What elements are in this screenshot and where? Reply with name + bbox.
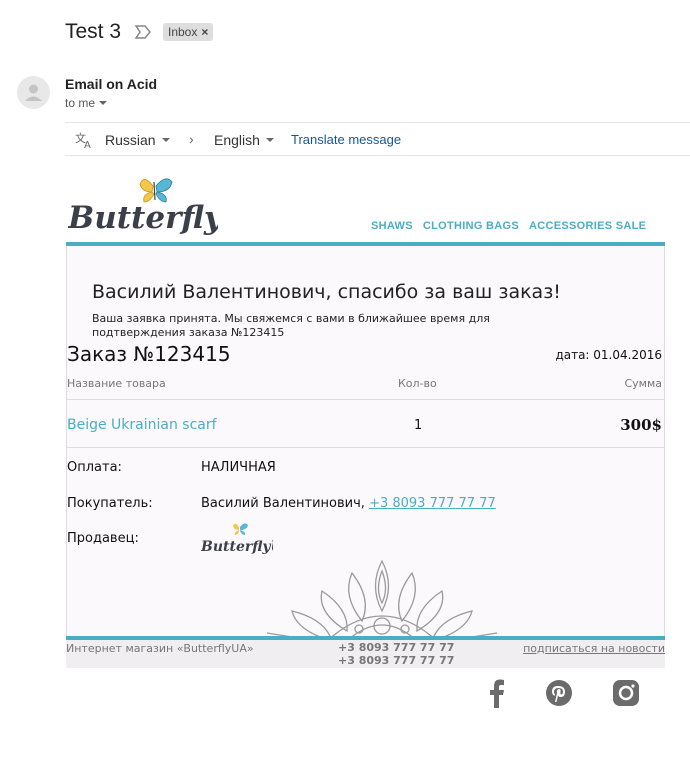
- buyer-name: Василий Валентинович,: [201, 496, 365, 511]
- recipient-text: to me: [65, 96, 96, 110]
- inbox-label-chip[interactable]: Inbox ×: [163, 23, 214, 41]
- chevron-down-icon: [265, 138, 274, 142]
- item-quantity: 1: [414, 418, 423, 433]
- sender-name[interactable]: Email on Acid: [65, 76, 157, 92]
- table-divider: [67, 399, 664, 400]
- chevron-right-icon: ›: [189, 131, 194, 147]
- buyer-phone-link[interactable]: +3 8093 777 77 77: [369, 496, 496, 511]
- order-panel: Василий Валентинович, спасибо за ваш зак…: [66, 246, 665, 636]
- important-marker-icon[interactable]: [134, 24, 152, 40]
- person-icon: [25, 84, 42, 101]
- order-title: Заказ №123415: [67, 342, 231, 366]
- translate-message-link[interactable]: Translate message: [291, 132, 401, 147]
- inbox-label-text: Inbox: [168, 25, 198, 39]
- subscribe-link[interactable]: подписаться на новости: [523, 642, 665, 655]
- remove-label-icon[interactable]: ×: [201, 23, 208, 41]
- item-sum: 300$: [620, 416, 662, 434]
- logo-wordmark: ButterflyUA: [68, 200, 218, 236]
- nav-accessories-sale[interactable]: ACCESSORIES SALE: [529, 220, 646, 232]
- email-subject: Test 3: [65, 20, 122, 43]
- translate-icon: 文 A: [75, 131, 91, 149]
- facebook-icon[interactable]: [482, 678, 512, 708]
- column-header-sum: Сумма: [624, 377, 662, 390]
- seller-label: Продавец:: [67, 531, 139, 546]
- buyer-label: Покупатель:: [67, 496, 153, 511]
- butterflyua-logo[interactable]: ButterflyUA: [68, 170, 218, 242]
- instagram-icon[interactable]: [611, 678, 641, 708]
- payment-label: Оплата:: [67, 460, 122, 475]
- email-footer: Интернет магазин «ButterflyUA» +3 8093 7…: [66, 640, 665, 668]
- nav-clothing-bags[interactable]: CLOTHING BAGS: [423, 220, 519, 232]
- mandala-ornament: [266, 559, 498, 636]
- chevron-down-icon[interactable]: [99, 101, 108, 105]
- nav-shaws[interactable]: SHAWS: [371, 220, 413, 232]
- svg-text:A: A: [84, 140, 91, 149]
- buyer-value: Василий Валентинович, +3 8093 777 77 77: [201, 496, 496, 511]
- source-language-select[interactable]: Russian: [105, 132, 170, 148]
- translate-bar: 文 A Russian › English Translate message: [65, 122, 690, 156]
- target-language-select[interactable]: English: [214, 132, 274, 148]
- order-date: дата: 01.04.2016: [555, 348, 662, 362]
- footer-phones: +3 8093 777 77 77 +3 8093 777 77 77: [338, 641, 454, 667]
- butterfly-icon: [139, 178, 173, 203]
- footer-phone-2[interactable]: +3 8093 777 77 77: [338, 654, 454, 667]
- footer-shop-name: Интернет магазин «ButterflyUA»: [66, 642, 254, 655]
- footer-phone-1[interactable]: +3 8093 777 77 77: [338, 641, 454, 654]
- store-nav: SHAWS CLOTHING BAGS ACCESSORIES SALE: [371, 220, 646, 232]
- sender-avatar[interactable]: [17, 76, 50, 109]
- confirmation-note: Ваша заявка принята. Мы свяжемся с вами …: [92, 312, 490, 339]
- column-header-name: Название товара: [67, 377, 166, 390]
- recipient-details[interactable]: to me: [65, 96, 108, 110]
- pinterest-icon[interactable]: [544, 678, 574, 708]
- column-header-qty: Кол-во: [398, 377, 437, 390]
- thanks-heading: Василий Валентинович, спасибо за ваш зак…: [92, 281, 561, 303]
- source-language-label: Russian: [105, 132, 156, 148]
- payment-value: НАЛИЧНАЯ: [201, 460, 276, 475]
- table-divider: [67, 447, 664, 448]
- target-language-label: English: [214, 132, 260, 148]
- item-name-link[interactable]: Beige Ukrainian scarf: [67, 417, 217, 433]
- chevron-down-icon: [161, 138, 170, 142]
